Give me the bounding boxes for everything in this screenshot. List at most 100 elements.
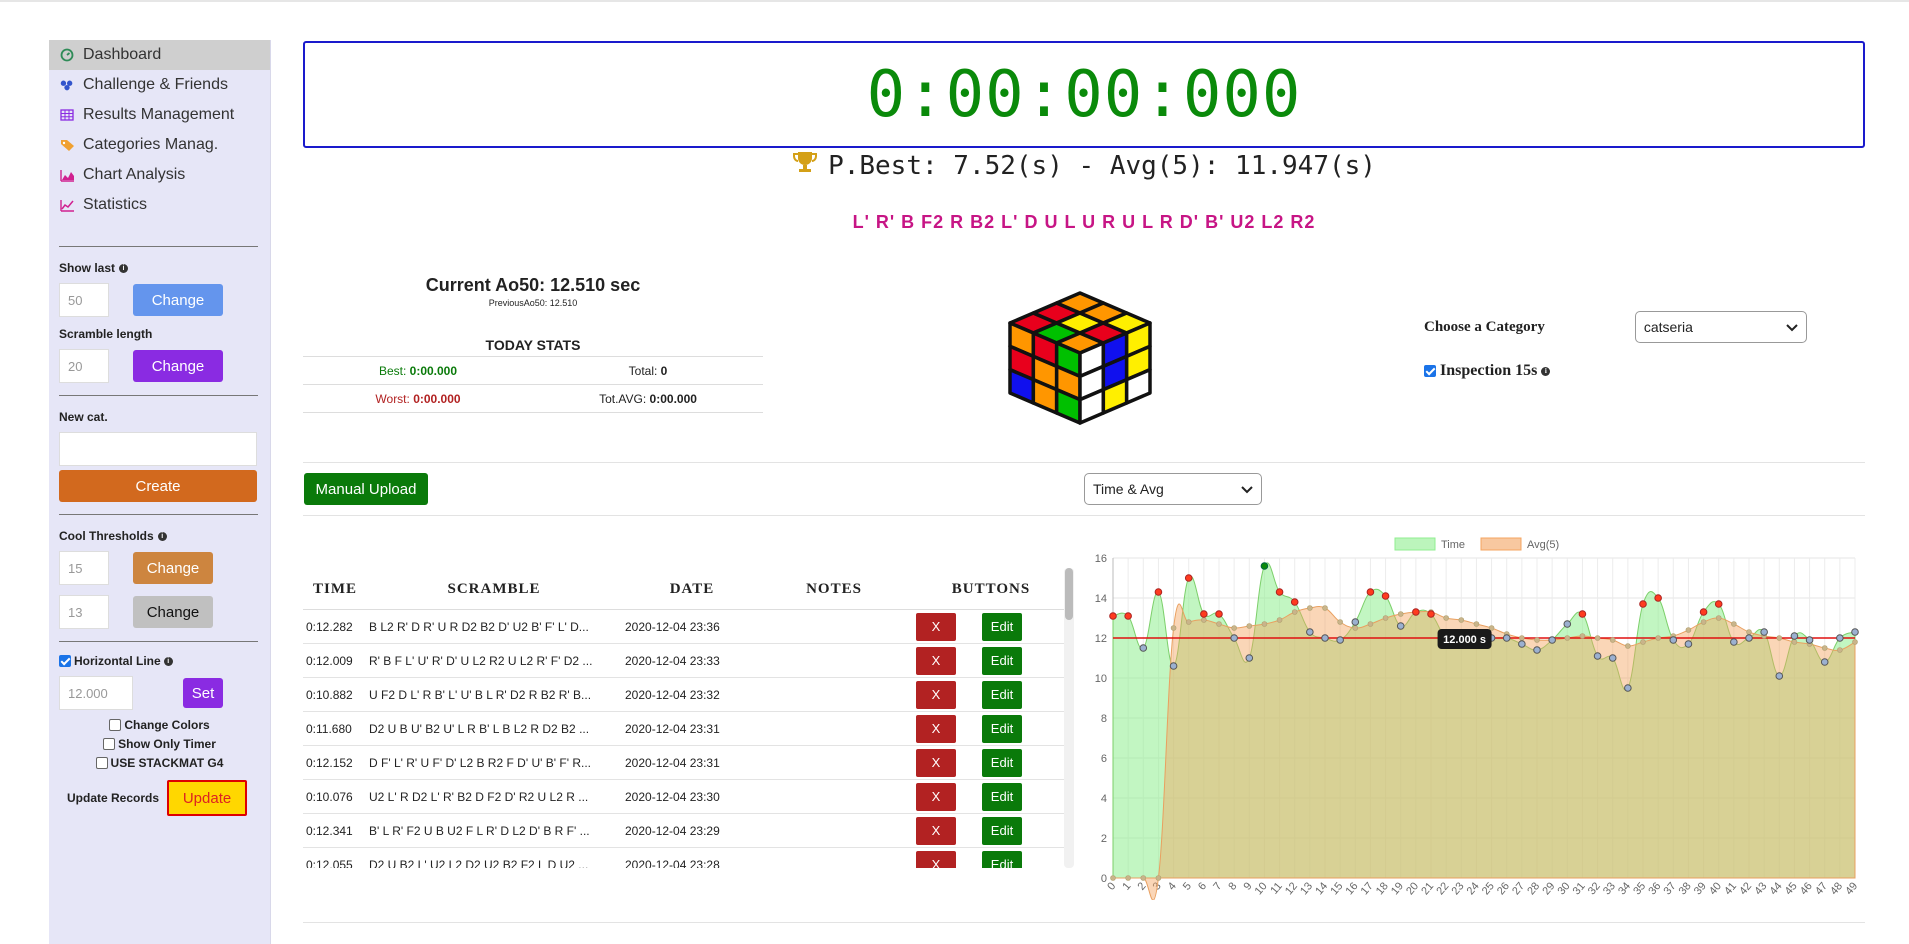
delete-button[interactable]: X xyxy=(916,612,956,641)
show-last-input[interactable]: 50 xyxy=(59,283,109,317)
change-colors-row: Change Colors xyxy=(59,718,260,732)
avg-point xyxy=(1852,639,1858,645)
time-point xyxy=(1669,636,1678,644)
time-point xyxy=(1260,562,1269,570)
legend-swatch xyxy=(1394,537,1436,551)
today-totavg: Tot.AVG: 0:00.000 xyxy=(533,392,763,406)
delete-button[interactable]: X xyxy=(916,850,956,868)
inspection-label: Inspection 15s xyxy=(1440,362,1538,379)
horizontal-line-checkbox[interactable] xyxy=(59,655,71,667)
time-point xyxy=(1790,632,1799,640)
time-point xyxy=(1124,612,1132,620)
edit-button[interactable]: Edit xyxy=(982,748,1022,777)
sidebar-item-categories-manag[interactable]: Categories Manag. xyxy=(49,130,270,160)
timer-display[interactable]: 0:00:00:000 xyxy=(303,41,1865,148)
cell-time: 0:12.009 xyxy=(306,653,353,668)
table-row: 0:12.055 D2 U B2 L' U2 L2 D2 U2 B2 F2 L D… xyxy=(303,848,1073,868)
x-tick-label: 7 xyxy=(1211,880,1224,892)
delete-button[interactable]: X xyxy=(916,816,956,845)
cell-scramble: D2 U B U' B2 U' L R B' L B L2 R D2 B2 ..… xyxy=(369,721,590,736)
table-scrollbar[interactable] xyxy=(1064,568,1074,868)
sidebar-item-dashboard[interactable]: Dashboard xyxy=(49,40,270,70)
legend-swatch xyxy=(1480,537,1522,551)
cool-threshold-high-input[interactable]: 15 xyxy=(59,551,109,585)
sidebar-item-label: Dashboard xyxy=(83,46,162,63)
sidebar-item-label: Chart Analysis xyxy=(83,166,186,183)
time-point xyxy=(1518,640,1526,648)
avg-point xyxy=(1337,619,1343,625)
x-tick-label: 15 xyxy=(1328,880,1345,897)
table-row: 0:12.152 D F' L' R' U F' D' L2 B R2 F D' … xyxy=(303,746,1073,780)
time-point xyxy=(1169,662,1178,670)
current-ao50: Current Ao50: 12.510 sec xyxy=(425,275,641,295)
timer-text: 0:00:00:000 xyxy=(866,57,1302,132)
x-tick-label: 36 xyxy=(1646,880,1663,897)
today-total: Total: 0 xyxy=(533,364,763,378)
inspection-checkbox[interactable] xyxy=(1424,365,1436,377)
sidebar-item-chart-analysis[interactable]: Chart Analysis xyxy=(49,160,270,190)
avg-point xyxy=(1443,615,1449,621)
sidebar-item-challenge-friends[interactable]: Challenge & Friends xyxy=(49,70,270,100)
horizontal-line-set-button[interactable]: Set xyxy=(183,678,223,708)
x-tick-label: 17 xyxy=(1359,880,1376,897)
show-only-timer-checkbox[interactable] xyxy=(103,738,116,750)
x-tick-label: 47 xyxy=(1813,880,1830,897)
sidebar-item-results-management[interactable]: Results Management xyxy=(49,100,270,130)
cool-threshold-high-change-button[interactable]: Change xyxy=(133,552,213,584)
avg-point xyxy=(1352,625,1359,631)
divider xyxy=(303,922,1865,923)
scrollbar-thumb[interactable] xyxy=(1065,568,1073,620)
table-body: 0:12.282 B L2 R' D R' U R D2 B2 D' U2 B' … xyxy=(303,610,1073,868)
new-cat-input[interactable] xyxy=(59,432,257,466)
delete-button[interactable]: X xyxy=(916,748,956,777)
x-tick-label: 19 xyxy=(1389,880,1406,897)
rubiks-cube-image xyxy=(1000,275,1160,435)
edit-button[interactable]: Edit xyxy=(982,714,1022,743)
horizontal-line-input[interactable]: 12.000 xyxy=(59,676,133,710)
results-table: TIME SCRAMBLE DATE NOTES BUTTONS 0:12.28… xyxy=(303,570,1073,868)
avg-point xyxy=(1458,617,1465,623)
cool-threshold-low-input[interactable]: 13 xyxy=(59,595,109,629)
divider xyxy=(303,515,1865,516)
edit-button[interactable]: Edit xyxy=(982,680,1022,709)
scramble-length-input[interactable]: 20 xyxy=(59,349,109,383)
chart-type-select[interactable]: Time & Avg xyxy=(1084,473,1262,505)
edit-button[interactable]: Edit xyxy=(982,612,1022,641)
sidebar-item-label: Categories Manag. xyxy=(83,136,219,153)
edit-button[interactable]: Edit xyxy=(982,646,1022,675)
avg-point xyxy=(1276,617,1283,623)
time-point xyxy=(1836,634,1844,642)
update-records-button[interactable]: Update xyxy=(167,780,248,816)
edit-button[interactable]: Edit xyxy=(982,850,1022,868)
delete-button[interactable]: X xyxy=(916,680,956,709)
avg-point xyxy=(1125,875,1131,881)
use-stackmat-checkbox[interactable] xyxy=(95,757,108,769)
sidebar-item-statistics[interactable]: Statistics xyxy=(49,190,270,220)
x-tick-label: 26 xyxy=(1495,880,1512,897)
avg-point xyxy=(1473,621,1480,627)
show-last-label: Show last i xyxy=(59,261,260,275)
manual-upload-button[interactable]: Manual Upload xyxy=(304,473,428,505)
avg-point xyxy=(1579,633,1586,639)
edit-button[interactable]: Edit xyxy=(982,816,1022,845)
cool-thresholds-text: Cool Thresholds xyxy=(59,529,154,543)
create-category-button[interactable]: Create xyxy=(59,470,257,502)
show-last-change-button[interactable]: Change xyxy=(133,284,223,316)
time-point xyxy=(1200,610,1208,618)
avg-point xyxy=(1201,617,1207,623)
scramble-length-change-button[interactable]: Change xyxy=(133,350,223,382)
show-only-timer-row: Show Only Timer xyxy=(59,737,260,751)
delete-button[interactable]: X xyxy=(916,714,956,743)
change-colors-checkbox[interactable] xyxy=(109,719,122,731)
delete-button[interactable]: X xyxy=(916,646,956,675)
edit-button[interactable]: Edit xyxy=(982,782,1022,811)
avg-point xyxy=(1791,639,1798,645)
x-tick-label: 8 xyxy=(1226,880,1239,892)
delete-button[interactable]: X xyxy=(916,782,956,811)
x-tick-label: 1 xyxy=(1120,880,1133,892)
category-select[interactable]: catseria xyxy=(1634,311,1807,343)
table-row: 0:11.680 D2 U B U' B2 U' L R B' L B L2 R … xyxy=(303,712,1073,746)
cool-threshold-low-change-button[interactable]: Change xyxy=(133,596,213,628)
x-tick-label: 43 xyxy=(1752,880,1769,897)
today-stats: TODAY STATS Best: 0:00.000 Total: 0 Wors… xyxy=(303,337,763,413)
